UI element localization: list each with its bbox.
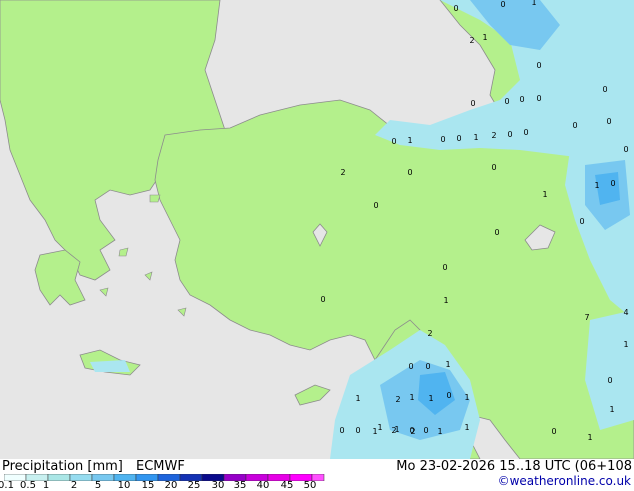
precip-value-label: 0 [507, 130, 512, 139]
precip-value-label: 2 [340, 168, 345, 177]
precipitation-map: 0121000000000010012000200110000001274100… [0, 0, 634, 459]
legend-tick-label: 40 [256, 480, 270, 491]
precip-value-label: 0 [373, 201, 378, 210]
precip-value-label: 0 [491, 163, 496, 172]
precip-value-label: 1 [594, 181, 599, 190]
precip-value-label: 2 [395, 395, 400, 404]
legend-tick-label: 50 [303, 480, 317, 491]
precip-value-label: 0 [579, 217, 584, 226]
precip-value-label: 0 [440, 135, 445, 144]
precip-value-label: 0 [500, 0, 505, 9]
precip-value-label: 1 [443, 296, 448, 305]
map-canvas: 0121000 0 0 00000 1 0 0 1 2 0 002 0011 000000 127410 0… [0, 0, 634, 459]
precip-value-label: 1 [407, 136, 412, 145]
precip-value-label: 1 [464, 393, 469, 402]
precip-value-label: 1 [623, 340, 628, 349]
model-name: ECMWF [136, 459, 185, 474]
precip-value-label: 4 [623, 308, 628, 317]
legend-tick-label: 30 [211, 480, 225, 491]
legend-tick-label: 25 [187, 480, 201, 491]
precip-value-label: 0 [355, 426, 360, 435]
precip-value-label: 0 [425, 362, 430, 371]
precip-value-label: 1 [531, 0, 536, 7]
credit-link[interactable]: ©weatheronline.co.uk [498, 474, 631, 488]
precip-value-label: 0 [339, 426, 344, 435]
precip-value-label: 0 [453, 4, 458, 13]
precip-value-label: 2 [469, 36, 474, 45]
precip-value-label: 0 [456, 134, 461, 143]
precip-value-label: 0 [442, 263, 447, 272]
precip-value-label: 1 [473, 133, 478, 142]
legend-tick-label: 45 [280, 480, 294, 491]
legend-tick-label: 0.1 [0, 480, 14, 491]
precip-value-label: 1 [464, 423, 469, 432]
legend-tick-label: 10 [117, 480, 131, 491]
precip-value-label: 0 [536, 61, 541, 70]
precip-value-label: 1 [445, 360, 450, 369]
legend-tick-label: 5 [94, 480, 102, 491]
precip-value-label: 0 [391, 137, 396, 146]
legend-tick-label: 20 [164, 480, 178, 491]
precip-value-label: 0 [504, 97, 509, 106]
precip-value-label: 1 [377, 423, 382, 432]
legend-tick-label: 15 [141, 480, 155, 491]
legend-tick-label: 1 [42, 480, 50, 491]
precip-value-label: 1 [428, 394, 433, 403]
precip-crete [90, 360, 130, 372]
precip-value-label: 0 [606, 117, 611, 126]
precip-value-label: 1 [482, 33, 487, 42]
precip-value-label: 0 [610, 179, 615, 188]
precip-value-label: 1 [542, 190, 547, 199]
precip-value-label: 0 [602, 85, 607, 94]
precip-value-label: 0 [407, 168, 412, 177]
precip-value-label: 1 [587, 433, 592, 442]
precip-value-label: 0 [470, 99, 475, 108]
precip-value-label: 0 [408, 362, 413, 371]
legend-tick-label: 2 [70, 480, 78, 491]
precip-value-label: 0 [523, 128, 528, 137]
precip-value-label: 0 [409, 426, 414, 435]
precip-value-label: 2 [491, 131, 496, 140]
precip-value-label: 1 [409, 393, 414, 402]
precip-value-label: 0 [494, 228, 499, 237]
forecast-datetime: Mo 23-02-2026 15..18 UTC (06+108 [396, 459, 632, 474]
legend-footer: Precipitation [mm] ECMWF Mo 23-02-2026 1… [0, 459, 634, 491]
precip-value-label: 0 [607, 376, 612, 385]
precip-value-label: 7 [584, 313, 589, 322]
precip-value-label: 0 [536, 94, 541, 103]
precip-value-label: 0 [623, 145, 628, 154]
precip-value-label: 0 [551, 427, 556, 436]
legend-title: Precipitation [mm] [2, 459, 123, 474]
precip-value-label: 0 [446, 391, 451, 400]
precip-value-label: 1 [609, 405, 614, 414]
precip-value-label: 0 [572, 121, 577, 130]
precip-value-label: 1 [437, 427, 442, 436]
precip-value-label: 0 [519, 95, 524, 104]
legend-tick-label: 35 [233, 480, 247, 491]
precip-value-label: 0 [320, 295, 325, 304]
precip-value-label: 1 [355, 394, 360, 403]
precip-value-label: 1 [394, 425, 399, 434]
precip-value-label: 0 [423, 426, 428, 435]
legend-tick-label: 0.5 [20, 480, 36, 491]
precip-value-label: 2 [427, 329, 432, 338]
legend-ticks: 0.1 0.5 1 2 5 10 15 20 25 30 35 40 45 50 [0, 480, 340, 491]
